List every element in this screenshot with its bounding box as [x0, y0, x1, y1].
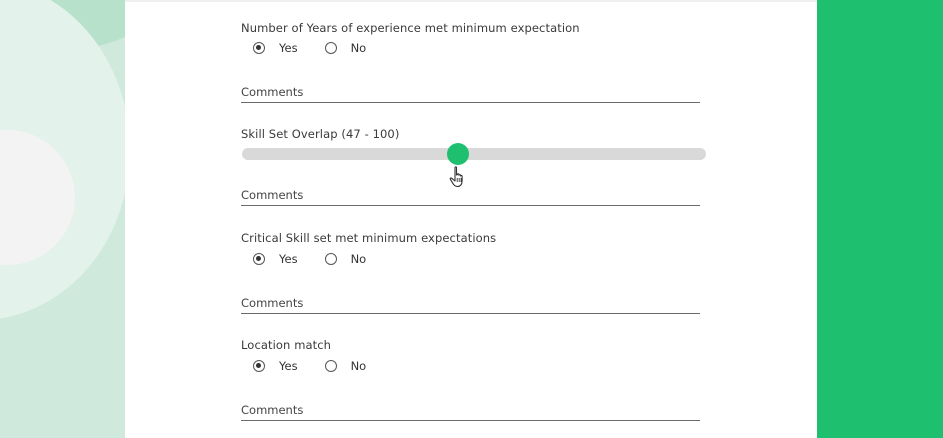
location-yes-radio[interactable]	[253, 360, 265, 372]
experience-no-option[interactable]: No	[324, 41, 367, 55]
skill-overlap-comments-field[interactable]: Comments	[241, 185, 704, 207]
critical-skill-yes-label: Yes	[279, 252, 298, 266]
experience-comments-field[interactable]: Comments	[241, 82, 704, 104]
top-divider	[125, 0, 817, 2]
experience-yes-label: Yes	[279, 41, 298, 55]
skill-overlap-comments-input[interactable]	[241, 185, 704, 207]
experience-radio-group: Yes No	[253, 40, 366, 56]
critical-skill-no-label: No	[350, 252, 367, 266]
location-comments-input[interactable]	[241, 400, 704, 422]
form-panel	[125, 2, 817, 438]
location-no-radio[interactable]	[324, 360, 337, 372]
location-question-label: Location match	[241, 338, 332, 352]
experience-question-label: Number of Years of experience met minimu…	[241, 21, 580, 35]
critical-skill-no-radio[interactable]	[324, 253, 337, 265]
location-yes-option[interactable]: Yes	[253, 359, 298, 373]
experience-yes-option[interactable]: Yes	[253, 41, 298, 55]
skill-overlap-slider-thumb[interactable]	[447, 143, 469, 165]
critical-skill-comments-field[interactable]: Comments	[241, 293, 704, 315]
experience-yes-radio[interactable]	[253, 42, 265, 54]
experience-comments-input[interactable]	[241, 82, 704, 104]
skill-overlap-slider-track[interactable]	[242, 148, 706, 160]
location-radio-group: Yes No	[253, 358, 366, 374]
experience-no-radio[interactable]	[324, 42, 337, 54]
location-comments-field[interactable]: Comments	[241, 400, 704, 422]
critical-skill-yes-radio[interactable]	[253, 253, 265, 265]
skill-overlap-label: Skill Set Overlap (47 - 100)	[241, 127, 400, 141]
critical-skill-comments-input[interactable]	[241, 293, 704, 315]
left-background-decoration	[0, 0, 125, 438]
location-no-option[interactable]: No	[324, 359, 367, 373]
location-yes-label: Yes	[279, 359, 298, 373]
critical-skill-radio-group: Yes No	[253, 251, 366, 267]
location-no-label: No	[350, 359, 367, 373]
experience-no-label: No	[350, 41, 367, 55]
critical-skill-yes-option[interactable]: Yes	[253, 252, 298, 266]
critical-skill-question-label: Critical Skill set met minimum expectati…	[241, 231, 497, 245]
right-background-panel	[817, 0, 943, 438]
critical-skill-no-option[interactable]: No	[324, 252, 367, 266]
